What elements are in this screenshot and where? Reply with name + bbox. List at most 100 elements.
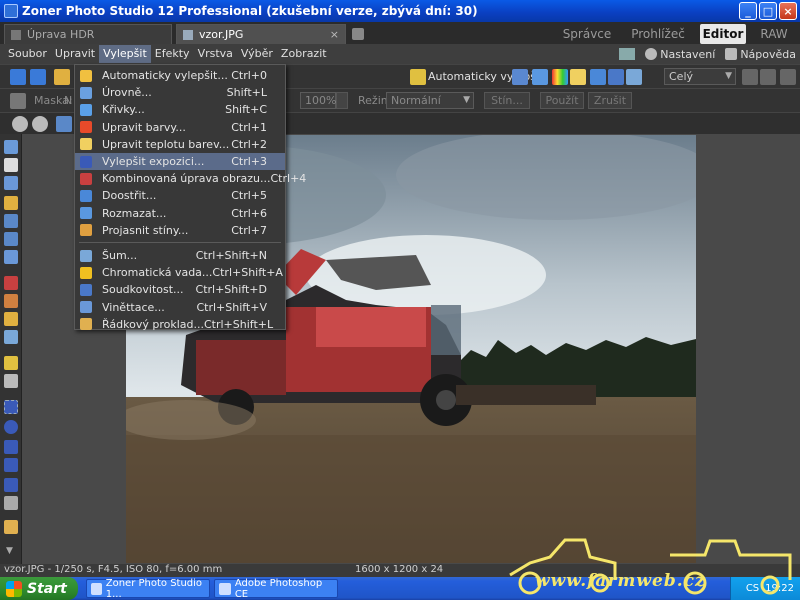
settings-link[interactable]: Nastavení xyxy=(645,47,715,61)
menu-item-shadows[interactable]: Projasnit stíny... Ctrl+7 xyxy=(75,222,285,239)
menu-item-exposure[interactable]: Vylepšit expozici... Ctrl+3 xyxy=(75,153,285,170)
menu-item-label: Křivky... xyxy=(102,103,145,117)
menu-item-combined[interactable]: Kombinovaná úprava obrazu... Ctrl+4 xyxy=(75,170,306,187)
forward-arrow-icon[interactable] xyxy=(30,69,46,85)
menu-item-curves[interactable]: Křivky... Shift+C xyxy=(75,101,285,118)
fill-tool-icon[interactable] xyxy=(4,374,18,388)
new-edit-icon[interactable] xyxy=(352,28,364,40)
layout-icon[interactable] xyxy=(619,48,636,60)
side-by-side-icon[interactable] xyxy=(760,69,776,85)
app-icon xyxy=(4,4,18,18)
fit-icon[interactable] xyxy=(742,69,758,85)
windows-logo-icon xyxy=(6,580,22,597)
zoom-tool-icon[interactable] xyxy=(4,140,18,154)
zoom-out-icon[interactable] xyxy=(32,116,48,132)
rect-select-icon[interactable] xyxy=(4,400,18,414)
curves-icon[interactable] xyxy=(532,69,548,85)
menu-item-star[interactable]: Chromatická vada... Ctrl+Shift+A xyxy=(75,264,285,281)
taskbar-item-label: Zoner Photo Studio 1... xyxy=(105,577,203,600)
close-tab-icon[interactable]: × xyxy=(330,28,339,41)
shadow-button[interactable]: Stín... xyxy=(484,92,530,109)
menu-efekty[interactable]: Efekty xyxy=(151,45,194,63)
menu-item-sharpen[interactable]: Doostřit... Ctrl+5 xyxy=(75,187,285,204)
start-button[interactable]: Start xyxy=(0,577,78,600)
menu-item-noise[interactable]: Šum... Ctrl+Shift+N xyxy=(75,247,285,264)
resize-tool-icon[interactable] xyxy=(4,214,18,228)
status-exif: vzor.JPG - 1/250 s, F4.5, ISO 80, f=6.00… xyxy=(4,564,223,575)
menu-item-label: Šum... xyxy=(102,249,138,262)
menu-item-shortcut: Ctrl+3 xyxy=(231,155,267,168)
tab-spravce[interactable]: Správce xyxy=(560,24,614,44)
clone-tool-icon[interactable] xyxy=(4,294,18,308)
rainbow-icon[interactable] xyxy=(552,69,568,85)
menu-soubor[interactable]: Soubor xyxy=(4,45,51,63)
noise-icon xyxy=(80,249,92,262)
retouch-tool-icon[interactable] xyxy=(4,312,18,326)
sharpen-icon[interactable] xyxy=(590,69,606,85)
menu-item-blur[interactable]: Rozmazat... Ctrl+6 xyxy=(75,205,285,222)
taskbar-item-zoner[interactable]: Zoner Photo Studio 1... xyxy=(86,577,210,600)
menu-vyber[interactable]: Výběr xyxy=(237,45,277,63)
language-indicator[interactable]: CS xyxy=(746,583,759,594)
polygon-select-icon[interactable] xyxy=(4,458,18,472)
menu-upravit[interactable]: Upravit xyxy=(51,45,99,63)
toolbox-scroll-down[interactable]: ▼ xyxy=(6,546,13,556)
help-link[interactable]: Nápověda xyxy=(725,47,796,61)
tab-hdr[interactable]: Úprava HDR xyxy=(4,24,172,44)
mode-select-value: Normální xyxy=(391,94,441,107)
perspective-tool-icon[interactable] xyxy=(4,250,18,264)
menu-item-barrel[interactable]: Soudkovitost... Ctrl+Shift+D xyxy=(75,281,285,298)
opacity-field[interactable]: 100% xyxy=(300,92,336,109)
canvas-tool-icon[interactable] xyxy=(4,232,18,246)
menu-item-auto-enhance[interactable]: Automaticky vylepšit... Ctrl+0 xyxy=(75,67,285,84)
image-icon[interactable] xyxy=(608,69,624,85)
mode-select[interactable]: Normální ▼ xyxy=(386,92,474,109)
menu-zobrazit[interactable]: Zobrazit xyxy=(277,45,331,63)
close-button[interactable]: × xyxy=(779,2,797,20)
menu-item-vignette[interactable]: Viněttace... Ctrl+Shift+V xyxy=(75,299,285,316)
filter-brush-icon[interactable] xyxy=(4,330,18,344)
tab-vzor[interactable]: vzor.JPG × xyxy=(176,24,346,44)
menu-vylepsit[interactable]: Vylepšit xyxy=(99,45,151,63)
tab-prohlizec[interactable]: Prohlížeč xyxy=(628,24,688,44)
actual-size-icon[interactable] xyxy=(780,69,796,85)
minimize-button[interactable]: _ xyxy=(739,2,757,20)
back-arrow-icon[interactable] xyxy=(10,69,26,85)
levels-icon[interactable] xyxy=(512,69,528,85)
opacity-stepper[interactable] xyxy=(336,92,348,109)
zoom-select[interactable]: Celý ▼ xyxy=(664,68,736,85)
maximize-button[interactable]: □ xyxy=(759,2,777,20)
bulb-icon[interactable] xyxy=(570,69,586,85)
layers-icon[interactable] xyxy=(4,520,18,534)
menu-item-levels[interactable]: Úrovně... Shift+L xyxy=(75,84,285,101)
taskbar-item-photoshop[interactable]: Adobe Photoshop CE xyxy=(214,578,338,600)
magnetic-lasso-icon[interactable] xyxy=(4,478,18,492)
menu-vrstva[interactable]: Vrstva xyxy=(194,45,237,63)
ellipse-select-icon[interactable] xyxy=(4,420,18,434)
window-controls: _ □ × xyxy=(739,2,797,20)
magic-wand-icon[interactable] xyxy=(4,496,18,510)
zoom-in-icon[interactable] xyxy=(12,116,28,132)
tab-editor[interactable]: Editor xyxy=(700,24,746,44)
hand-tool-icon[interactable] xyxy=(4,158,18,172)
lasso-select-icon[interactable] xyxy=(4,440,18,454)
cancel-button[interactable]: Zrušit xyxy=(588,92,632,109)
pencil-tool-icon[interactable] xyxy=(4,356,18,370)
menu-item-shortcut: Ctrl+Shift+V xyxy=(196,300,267,314)
effects-icon[interactable] xyxy=(626,69,642,85)
menu-item-label: Kombinovaná úprava obrazu... xyxy=(102,172,271,186)
brush-icon[interactable] xyxy=(10,93,26,109)
menu-item-interlace[interactable]: Řádkový proklad... Ctrl+Shift+L xyxy=(75,316,285,333)
mask-value[interactable]: N xyxy=(64,94,72,107)
straighten-tool-icon[interactable] xyxy=(4,196,18,210)
apply-button[interactable]: Použít xyxy=(540,92,584,109)
actual-pixels-icon[interactable] xyxy=(56,116,72,132)
tab-raw[interactable]: RAW xyxy=(754,24,794,44)
auto-enhance-icon[interactable] xyxy=(410,69,426,85)
crop-tool-icon[interactable] xyxy=(4,176,18,190)
toolbox: ▼ xyxy=(0,134,22,564)
menu-item-bulb[interactable]: Upravit teplotu barev... Ctrl+2 xyxy=(75,136,285,153)
red-eye-tool-icon[interactable] xyxy=(4,276,18,290)
folder-icon[interactable] xyxy=(54,69,70,85)
menu-item-rainbow[interactable]: Upravit barvy... Ctrl+1 xyxy=(75,119,285,136)
